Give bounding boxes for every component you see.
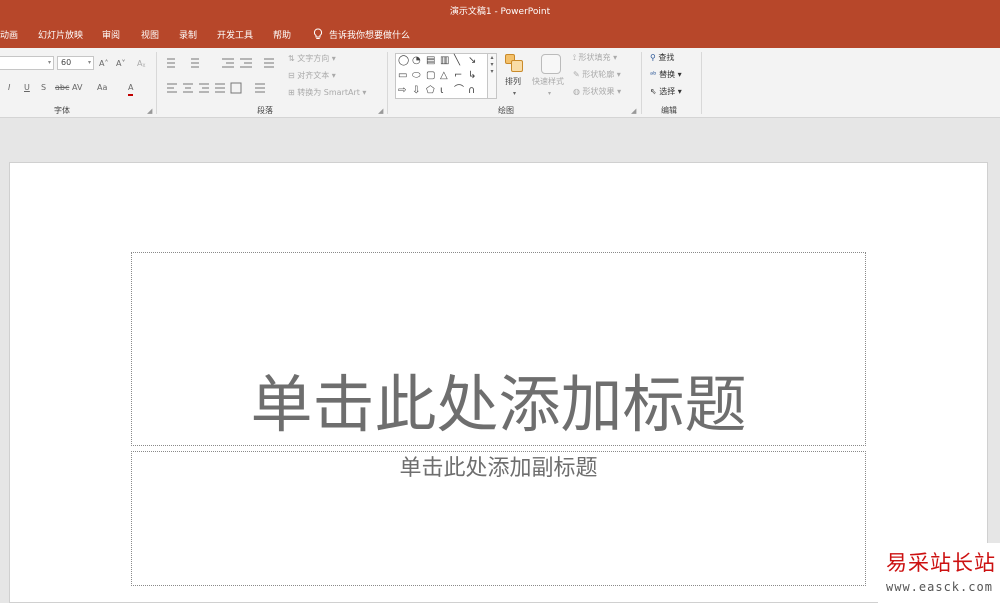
subtitle-placeholder[interactable]: 单击此处添加副标题	[131, 451, 866, 586]
arrow-line-shape-icon[interactable]: ↘	[468, 55, 476, 67]
group-divider	[387, 52, 388, 114]
freeform-shape-icon[interactable]: ∩	[468, 85, 475, 97]
italic-button[interactable]: I	[8, 82, 10, 94]
watermark: 易采站长站 www.easck.com	[878, 543, 1000, 603]
title-bar: 演示文稿1 - PowerPoint	[0, 0, 1000, 24]
shape-effects-button[interactable]: ◍ 形状效果 ▾	[573, 86, 621, 98]
tell-me-box[interactable]: 告诉我你想要做什么	[313, 24, 410, 48]
tab-help[interactable]: 帮助	[273, 24, 291, 48]
list-indent-icons[interactable]	[164, 57, 284, 69]
group-divider	[156, 52, 157, 114]
subtitle-placeholder-text: 单击此处添加副标题	[399, 456, 598, 481]
font-name-combo[interactable]: ▾	[0, 56, 54, 70]
shadow-button[interactable]: S	[41, 82, 46, 94]
select-label: 选择	[659, 87, 676, 96]
ellipse-shape-icon[interactable]: ⬭	[412, 70, 421, 82]
slide-editor-stage: 单击此处添加标题 单击此处添加副标题	[0, 119, 1000, 603]
text-direction-button[interactable]: ⇅ 文字方向 ▾	[288, 53, 336, 65]
underline-button[interactable]: U	[24, 82, 30, 94]
font-group-label: 字体	[54, 106, 70, 115]
triangle-shape-icon[interactable]: △	[440, 70, 448, 82]
tab-animations[interactable]: 动画	[0, 24, 18, 48]
tab-developer[interactable]: 开发工具	[217, 24, 253, 48]
replace-button[interactable]: ᵃᵇ 替换 ▾	[650, 69, 682, 81]
quick-styles-icon	[541, 54, 561, 74]
line-shape-icon[interactable]: ╲	[454, 55, 460, 67]
replace-label: 替换	[659, 70, 676, 79]
paragraph-group-label: 段落	[257, 106, 273, 115]
font-size-value: 60	[61, 58, 72, 67]
slide-canvas[interactable]: 单击此处添加标题 单击此处添加副标题	[9, 162, 988, 603]
text-direction-label: 文字方向	[297, 54, 330, 63]
ribbon-tab-bar: 动画 幻灯片放映 审阅 视图 录制 开发工具 帮助 告诉我你想要做什么	[0, 24, 1000, 48]
convert-smartart-button[interactable]: ⊞ 转换为 SmartArt ▾	[288, 87, 366, 99]
textbox-shape-icon[interactable]: ▤	[426, 55, 435, 67]
lightbulb-icon	[313, 28, 323, 39]
rounded-rectangle-shape-icon[interactable]: ▢	[426, 70, 435, 82]
shape-outline-label: 形状轮廓	[582, 70, 615, 79]
title-placeholder[interactable]: 单击此处添加标题	[131, 252, 866, 446]
convert-smartart-label: 转换为 SmartArt	[297, 88, 360, 97]
arrange-icon-back	[511, 60, 523, 72]
tab-view[interactable]: 视图	[141, 24, 159, 48]
align-text-label: 对齐文本	[297, 71, 330, 80]
drawing-group-label: 绘图	[498, 106, 514, 115]
find-label: 查找	[658, 53, 675, 62]
chevron-down-icon[interactable]: ▾	[548, 88, 551, 100]
vertical-textbox-shape-icon[interactable]: ▥	[440, 55, 449, 67]
search-icon: ⚲	[650, 53, 656, 62]
down-arrow-shape-icon[interactable]: ⇩	[412, 85, 420, 97]
editing-group-label: 编辑	[661, 106, 677, 115]
right-arrow-shape-icon[interactable]: ⇨	[398, 85, 406, 97]
char-spacing-button[interactable]: AV	[72, 82, 82, 94]
font-dialog-launcher-icon[interactable]: ◢	[147, 107, 152, 115]
decrease-font-button[interactable]: A˅	[116, 58, 125, 70]
chevron-down-icon[interactable]: ▾	[513, 88, 516, 100]
find-button[interactable]: ⚲ 查找	[650, 52, 674, 64]
callout-shape-icon[interactable]: ɩ	[440, 85, 443, 97]
ribbon: ▾ 60 ▾ A˄ A˅ Aᵪ I U S abc AV Aa A 字体 ◢ ⇅ …	[0, 48, 1000, 118]
select-button[interactable]: ⇖ 选择 ▾	[650, 86, 682, 98]
shape-effects-label: 形状效果	[582, 87, 615, 96]
font-size-combo[interactable]: 60 ▾	[57, 56, 94, 70]
arc-shape-icon[interactable]: ◔	[412, 55, 421, 67]
shapes-gallery-scrollbar[interactable]: ▴ ▾ ▾	[487, 54, 496, 98]
arrange-button[interactable]: 排列	[505, 76, 521, 88]
rectangle-shape-icon[interactable]: ▭	[398, 70, 407, 82]
chevron-down-icon: ▾	[87, 59, 91, 66]
watermark-brand: 易采站长站	[886, 551, 996, 575]
group-divider	[701, 52, 702, 114]
title-placeholder-text: 单击此处添加标题	[250, 368, 747, 441]
clear-format-button[interactable]: Aᵪ	[137, 58, 145, 70]
elbow-arrow-shape-icon[interactable]: ↳	[468, 70, 476, 82]
strikethrough-button[interactable]: abc	[55, 82, 69, 94]
quick-styles-button[interactable]: 快速样式	[532, 76, 564, 88]
drawing-dialog-launcher-icon[interactable]: ◢	[631, 107, 636, 115]
chevron-down-icon: ▾	[47, 59, 51, 66]
shape-fill-label: 形状填充	[578, 53, 611, 62]
shape-fill-button[interactable]: ⟟ 形状填充 ▾	[573, 52, 617, 64]
tab-record[interactable]: 录制	[179, 24, 197, 48]
oval-shape-icon[interactable]: ◯	[398, 55, 409, 67]
shape-outline-button[interactable]: ✎ 形状轮廓 ▾	[573, 69, 621, 81]
replace-icon: ᵃᵇ	[650, 70, 657, 79]
pentagon-shape-icon[interactable]: ⬠	[426, 85, 435, 97]
window-title: 演示文稿1 - PowerPoint	[449, 7, 551, 17]
shapes-gallery[interactable]: ◯ ◔ ▤ ▥ ╲ ↘ ▭ ⬭ ▢ △ ⌐ ↳ ⇨ ⇩ ⬠ ɩ ⌒ ∩ ▴ ▾ ▾	[395, 53, 497, 99]
tab-slideshow[interactable]: 幻灯片放映	[38, 24, 83, 48]
alignment-icons[interactable]	[166, 82, 276, 94]
paragraph-dialog-launcher-icon[interactable]: ◢	[378, 107, 383, 115]
font-color-button[interactable]: A	[128, 82, 134, 96]
cursor-icon: ⇖	[650, 87, 657, 96]
increase-font-button[interactable]: A˄	[99, 58, 108, 70]
curve-shape-icon[interactable]: ⌒	[454, 85, 464, 97]
elbow-connector-shape-icon[interactable]: ⌐	[454, 70, 462, 82]
tab-review[interactable]: 审阅	[102, 24, 120, 48]
tell-me-label: 告诉我你想要做什么	[329, 31, 411, 41]
group-divider	[641, 52, 642, 114]
align-text-button[interactable]: ⊟ 对齐文本 ▾	[288, 70, 336, 82]
change-case-button[interactable]: Aa	[97, 82, 107, 94]
watermark-url: www.easck.com	[886, 580, 993, 594]
